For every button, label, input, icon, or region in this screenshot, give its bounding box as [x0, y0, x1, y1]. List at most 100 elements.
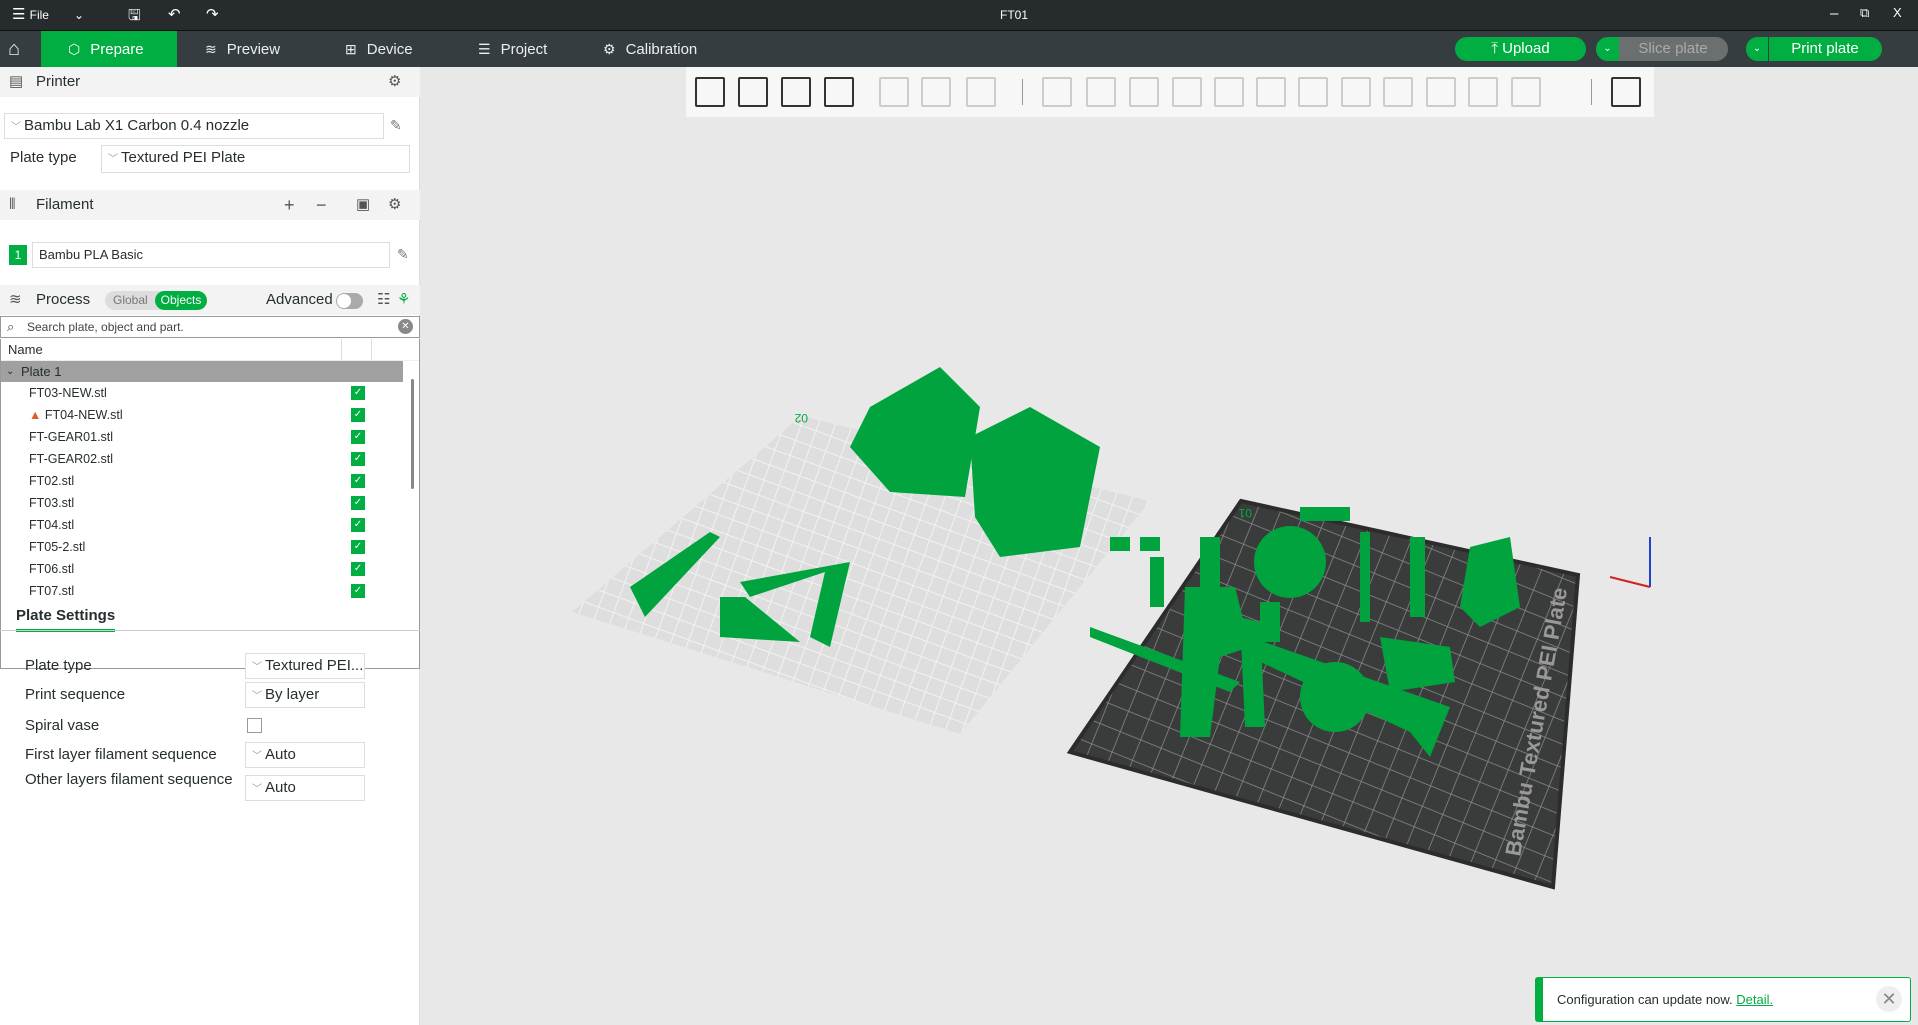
edit-printer-icon[interactable]: ✎: [390, 117, 402, 134]
tab-project[interactable]: ☰ Project: [478, 31, 547, 67]
upload-button[interactable]: ⤒ Upload: [1455, 37, 1586, 61]
remove-filament-button[interactable]: −: [316, 190, 327, 220]
object-name: FT03-NEW.stl: [29, 386, 107, 400]
layers-icon: ≋: [205, 41, 217, 57]
clear-search-icon[interactable]: ✕: [398, 319, 413, 334]
advanced-toggle[interactable]: [336, 293, 363, 309]
plate-type-select[interactable]: ﹀ Textured PEI Plate: [101, 145, 410, 173]
print-options-dropdown[interactable]: ⌄: [1746, 37, 1769, 61]
save-icon[interactable]: 🖫: [128, 5, 141, 30]
add-object-icon[interactable]: [695, 77, 725, 107]
visible-checkbox[interactable]: ✓: [351, 474, 365, 488]
objects-option[interactable]: Objects: [155, 291, 207, 310]
restore-button[interactable]: ⧉: [1860, 5, 1869, 21]
explode-icon[interactable]: [1611, 77, 1641, 107]
list-item[interactable]: FT03-NEW.stl ✓: [1, 382, 419, 404]
visible-checkbox[interactable]: ✓: [351, 452, 365, 466]
close-button[interactable]: X: [1893, 5, 1902, 20]
printer-settings-gear-icon[interactable]: ⚙: [388, 67, 401, 97]
move-icon[interactable]: [1042, 77, 1072, 107]
boolean-icon[interactable]: [1256, 77, 1286, 107]
assembly-icon[interactable]: [1511, 77, 1541, 107]
update-notification: Configuration can update now. Detail. ✕: [1535, 977, 1911, 1022]
spiral-vase-checkbox[interactable]: [247, 718, 262, 733]
process-header: ≋ Process Global Objects Advanced ☷ ⚘: [0, 285, 420, 315]
menu-button[interactable]: ☰ File: [12, 5, 49, 23]
chevron-down-icon[interactable]: ⌄: [6, 361, 14, 382]
visible-checkbox[interactable]: ✓: [351, 518, 365, 532]
add-plate-icon[interactable]: [738, 77, 768, 107]
text-icon[interactable]: [1383, 77, 1413, 107]
visible-checkbox[interactable]: ✓: [351, 430, 365, 444]
lay-on-face-icon[interactable]: [1172, 77, 1202, 107]
visible-checkbox[interactable]: ✓: [351, 584, 365, 598]
global-objects-toggle[interactable]: Global Objects: [105, 291, 207, 310]
list-item[interactable]: FT02.stl ✓: [1, 470, 419, 492]
tab-plate-settings[interactable]: Plate Settings: [16, 607, 116, 632]
plate-row[interactable]: ⌄ Plate 1: [1, 361, 403, 382]
cut-icon[interactable]: [1214, 77, 1244, 107]
minimize-button[interactable]: –: [1830, 5, 1838, 22]
column-header-name[interactable]: Name: [1, 339, 419, 361]
chevron-down-icon[interactable]: ⌄: [74, 8, 84, 22]
slice-options-dropdown[interactable]: ⌄: [1596, 37, 1619, 61]
part-page-icon[interactable]: [921, 77, 951, 107]
object-page-icon[interactable]: [879, 77, 909, 107]
list-item[interactable]: FT05-2.stl ✓: [1, 536, 419, 558]
setting-select[interactable]: ﹀ Textured PEI...: [245, 653, 365, 679]
filament-slot-badge[interactable]: 1: [9, 245, 27, 265]
printer-select[interactable]: ﹀ Bambu Lab X1 Carbon 0.4 nozzle: [4, 113, 384, 139]
close-notification-button[interactable]: ✕: [1876, 986, 1902, 1012]
measure-icon[interactable]: [1468, 77, 1498, 107]
object-settings-icon[interactable]: ⚘: [397, 285, 410, 315]
list-item[interactable]: FT03.stl ✓: [1, 492, 419, 514]
visible-checkbox[interactable]: ✓: [351, 408, 365, 422]
auto-orient-icon[interactable]: [781, 77, 811, 107]
tab-prepare[interactable]: ⬡ Prepare: [41, 31, 177, 67]
scale-icon[interactable]: [1129, 77, 1159, 107]
edit-filament-icon[interactable]: ✎: [397, 246, 409, 263]
undo-icon[interactable]: ↶: [168, 5, 181, 23]
rotate-icon[interactable]: [1086, 77, 1116, 107]
filament-settings-gear-icon[interactable]: ⚙: [388, 190, 401, 220]
calibration-icon: ⚙: [603, 41, 616, 57]
filament-select[interactable]: Bambu PLA Basic: [32, 242, 390, 268]
visible-checkbox[interactable]: ✓: [351, 386, 365, 400]
sync-filament-icon[interactable]: ▣: [356, 190, 370, 220]
cube-icon: ⬡: [68, 41, 81, 57]
search-input[interactable]: ⌕ Search plate, object and part. ✕: [0, 316, 420, 338]
redo-icon[interactable]: ↷: [206, 5, 219, 23]
3d-viewport[interactable]: 02 01 Bambu Textured PEI Plate: [420, 117, 1918, 1025]
seam-paint-icon[interactable]: [1341, 77, 1371, 107]
process-icon: ≋: [9, 291, 22, 308]
list-item[interactable]: FT06.stl ✓: [1, 558, 419, 580]
tab-calibration[interactable]: ⚙ Calibration: [603, 31, 697, 67]
visible-checkbox[interactable]: ✓: [351, 496, 365, 510]
setting-select[interactable]: ﹀ Auto: [245, 742, 365, 768]
layers-icon[interactable]: [966, 77, 996, 107]
list-view-icon[interactable]: ☷: [377, 285, 390, 315]
global-option[interactable]: Global: [113, 291, 148, 310]
arrange-icon[interactable]: [824, 77, 854, 107]
support-paint-icon[interactable]: [1298, 77, 1328, 107]
scrollbar[interactable]: [411, 379, 414, 489]
color-paint-icon[interactable]: [1426, 77, 1456, 107]
visible-checkbox[interactable]: ✓: [351, 540, 365, 554]
list-item[interactable]: FT-GEAR01.stl ✓: [1, 426, 419, 448]
home-icon[interactable]: ⌂: [8, 31, 20, 67]
detail-link[interactable]: Detail.: [1736, 992, 1773, 1007]
object-name: FT06.stl: [29, 562, 75, 576]
add-filament-button[interactable]: +: [284, 190, 295, 220]
list-item[interactable]: FT-GEAR02.stl ✓: [1, 448, 419, 470]
visible-checkbox[interactable]: ✓: [351, 562, 365, 576]
list-item[interactable]: ▲ FT04-NEW.stl ✓: [1, 404, 419, 426]
setting-select[interactable]: ﹀ By layer: [245, 682, 365, 708]
tab-device[interactable]: ⊞ Device: [345, 31, 413, 67]
list-item[interactable]: FT07.stl ✓: [1, 580, 419, 602]
list-item[interactable]: FT04.stl ✓: [1, 514, 419, 536]
project-icon: ☰: [478, 41, 491, 57]
device-icon: ⊞: [345, 41, 357, 57]
title-bar: ☰ File ⌄ 🖫 ↶ ↷ FT01 – ⧉ X: [0, 0, 1918, 31]
setting-select[interactable]: ﹀ Auto: [245, 775, 365, 801]
tab-preview[interactable]: ≋ Preview: [205, 31, 280, 67]
